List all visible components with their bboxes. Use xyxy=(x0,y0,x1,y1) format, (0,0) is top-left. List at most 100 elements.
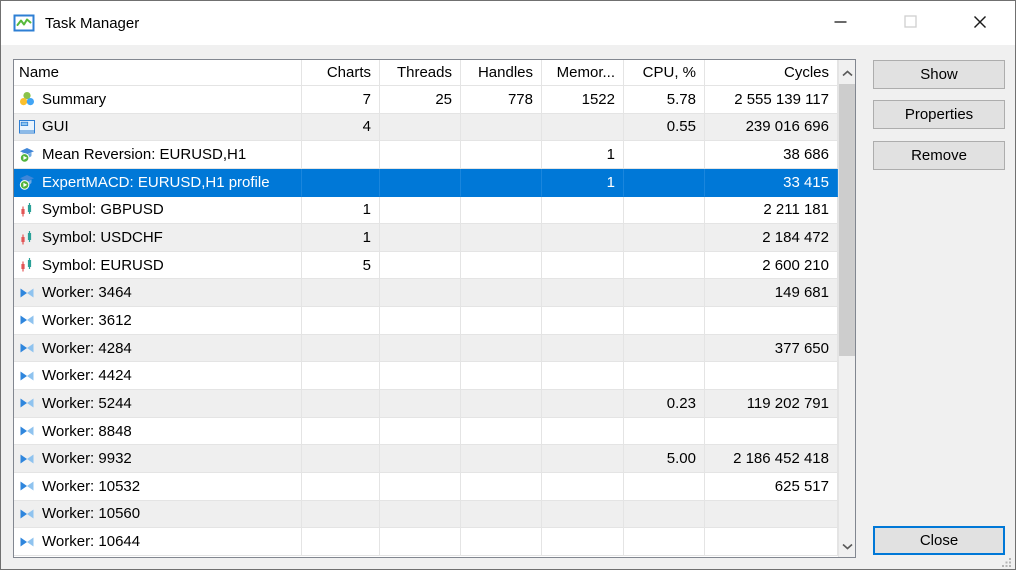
close-button[interactable]: Close xyxy=(873,526,1005,555)
cell-handles: 778 xyxy=(461,86,542,114)
cell-cycles: 38 686 xyxy=(705,141,838,169)
cell-name: Worker: 10560 xyxy=(14,501,302,529)
cell-memory xyxy=(542,279,624,307)
table-row[interactable]: Worker: 8848 xyxy=(14,418,838,446)
cell-memory xyxy=(542,473,624,501)
cell-charts xyxy=(302,501,380,529)
task-name: Worker: 9932 xyxy=(42,450,132,467)
cell-name: Worker: 5244 xyxy=(14,390,302,418)
cell-threads xyxy=(380,528,461,556)
cell-threads xyxy=(380,252,461,280)
remove-button[interactable]: Remove xyxy=(873,141,1005,170)
cell-charts xyxy=(302,362,380,390)
window-title: Task Manager xyxy=(45,15,139,32)
cell-handles xyxy=(461,362,542,390)
table-row[interactable]: ExpertMACD: EURUSD,H1 profile133 415 xyxy=(14,169,838,197)
cell-threads xyxy=(380,390,461,418)
cell-name: Symbol: EURUSD xyxy=(14,252,302,280)
cell-memory xyxy=(542,418,624,446)
scroll-up-button[interactable] xyxy=(839,60,855,84)
table-row[interactable]: Summary72577815225.782 555 139 117 xyxy=(14,86,838,114)
table-row[interactable]: Worker: 10644 xyxy=(14,528,838,556)
worker-icon xyxy=(19,395,35,411)
gui-icon xyxy=(19,119,35,135)
titlebar[interactable]: Task Manager xyxy=(1,1,1015,45)
cell-name: Worker: 10644 xyxy=(14,528,302,556)
worker-icon xyxy=(19,451,35,467)
table-row[interactable]: Worker: 99325.002 186 452 418 xyxy=(14,445,838,473)
table-row[interactable]: Worker: 4424 xyxy=(14,362,838,390)
column-header-threads[interactable]: Threads xyxy=(380,60,461,86)
cell-name: Worker: 3464 xyxy=(14,279,302,307)
column-header-handles[interactable]: Handles xyxy=(461,60,542,86)
table-row[interactable]: Symbol: EURUSD52 600 210 xyxy=(14,252,838,280)
task-name: Symbol: EURUSD xyxy=(42,257,164,274)
column-header-name[interactable]: Name xyxy=(14,60,302,86)
cell-charts xyxy=(302,445,380,473)
cell-handles xyxy=(461,307,542,335)
task-name: Worker: 5244 xyxy=(42,395,132,412)
candles-icon xyxy=(19,257,35,273)
cell-charts: 1 xyxy=(302,197,380,225)
close-icon xyxy=(973,15,987,32)
table-row[interactable]: Worker: 10560 xyxy=(14,501,838,529)
summary-icon xyxy=(19,91,35,107)
scrollbar-thumb[interactable] xyxy=(839,84,855,356)
worker-icon xyxy=(19,285,35,301)
show-button[interactable]: Show xyxy=(873,60,1005,89)
cell-memory xyxy=(542,114,624,142)
cell-name: Summary xyxy=(14,86,302,114)
maximize-button[interactable] xyxy=(875,1,945,45)
cell-cycles: 239 016 696 xyxy=(705,114,838,142)
task-name: Worker: 3464 xyxy=(42,284,132,301)
column-header-memory[interactable]: Memor... xyxy=(542,60,624,86)
cell-cpu xyxy=(624,224,705,252)
table-row[interactable]: Mean Reversion: EURUSD,H1138 686 xyxy=(14,141,838,169)
cell-cpu xyxy=(624,501,705,529)
worker-icon xyxy=(19,534,35,550)
properties-button[interactable]: Properties xyxy=(873,100,1005,129)
cell-cycles: 2 555 139 117 xyxy=(705,86,838,114)
column-header-cycles[interactable]: Cycles xyxy=(705,60,838,86)
cell-cpu xyxy=(624,335,705,363)
cell-cpu xyxy=(624,169,705,197)
cell-cycles: 625 517 xyxy=(705,473,838,501)
cell-charts xyxy=(302,335,380,363)
scroll-down-button[interactable] xyxy=(839,533,855,557)
table-row[interactable]: Symbol: USDCHF12 184 472 xyxy=(14,224,838,252)
table-row[interactable]: Worker: 3464149 681 xyxy=(14,279,838,307)
cell-name: Worker: 10532 xyxy=(14,473,302,501)
minimize-button[interactable] xyxy=(805,1,875,45)
table-row[interactable]: Worker: 3612 xyxy=(14,307,838,335)
cell-cpu xyxy=(624,252,705,280)
cell-charts xyxy=(302,528,380,556)
table-row[interactable]: Symbol: GBPUSD12 211 181 xyxy=(14,197,838,225)
table-row[interactable]: GUI40.55239 016 696 xyxy=(14,114,838,142)
candles-icon xyxy=(19,202,35,218)
cell-handles xyxy=(461,473,542,501)
cell-charts: 4 xyxy=(302,114,380,142)
cell-charts: 5 xyxy=(302,252,380,280)
cell-charts xyxy=(302,390,380,418)
worker-icon xyxy=(19,312,35,328)
cell-threads xyxy=(380,141,461,169)
vertical-scrollbar[interactable] xyxy=(838,60,855,557)
cell-threads xyxy=(380,114,461,142)
table-row[interactable]: Worker: 4284377 650 xyxy=(14,335,838,363)
close-window-button[interactable] xyxy=(945,1,1015,45)
window-controls xyxy=(805,1,1015,45)
task-manager-window: Task Manager NameChartsThreadsHandlesMem xyxy=(0,0,1016,570)
column-header-charts[interactable]: Charts xyxy=(302,60,380,86)
cell-name: Worker: 8848 xyxy=(14,418,302,446)
resize-grip-icon[interactable] xyxy=(1001,555,1012,566)
cell-name: GUI xyxy=(14,114,302,142)
table-row[interactable]: Worker: 10532 625 517 xyxy=(14,473,838,501)
chart-pulse-icon xyxy=(13,12,35,34)
candles-icon xyxy=(19,230,35,246)
cell-memory xyxy=(542,335,624,363)
table-row[interactable]: Worker: 52440.23119 202 791 xyxy=(14,390,838,418)
cell-cpu xyxy=(624,418,705,446)
column-header-cpu[interactable]: CPU, % xyxy=(624,60,705,86)
cell-cycles xyxy=(705,307,838,335)
cell-threads xyxy=(380,501,461,529)
